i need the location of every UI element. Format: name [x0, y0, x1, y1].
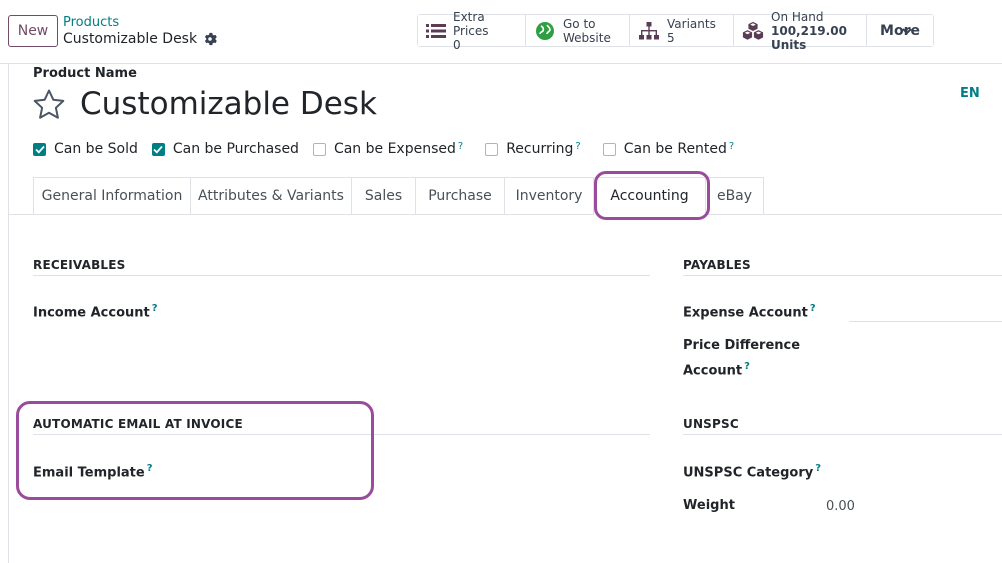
tab-purchase[interactable]: Purchase: [416, 177, 505, 215]
recurring-checkbox[interactable]: Recurring?: [485, 141, 581, 157]
cubes-icon: [742, 21, 764, 41]
checkbox-checked[interactable]: [33, 142, 46, 156]
product-type-checkboxes: Can be Sold Can be Purchased Can be Expe…: [33, 140, 748, 158]
go-to-website-line2: Website: [563, 30, 611, 45]
can-be-purchased-checkbox[interactable]: Can be Purchased: [151, 141, 299, 157]
can-be-rented-checkbox[interactable]: Can be Rented?: [602, 141, 734, 157]
income-account-label: Income Account?: [33, 298, 158, 323]
checkbox-unchecked[interactable]: [485, 142, 499, 156]
email-template-label: Email Template?: [33, 458, 153, 483]
variants-label: Variants: [667, 16, 716, 31]
globe-icon: [534, 21, 556, 41]
income-account-label-text: Income Account: [33, 305, 150, 321]
extra-prices-count: 0: [453, 37, 461, 52]
notebook-tabs: General Information Attributes & Variant…: [33, 177, 764, 215]
help-tooltip-icon[interactable]: ?: [458, 141, 463, 152]
tab-ebay[interactable]: eBay: [706, 177, 764, 215]
product-name-label: Product Name: [33, 66, 137, 81]
can-be-sold-label: Can be Sold: [54, 141, 138, 157]
list-icon: [426, 21, 446, 41]
section-divider: [33, 275, 650, 276]
control-panel: New Products Customizable Desk Extra Pri…: [0, 0, 1002, 64]
weight-value[interactable]: 0.00: [826, 499, 855, 514]
tab-inventory[interactable]: Inventory: [505, 177, 594, 215]
variants-count: 5: [667, 30, 675, 45]
weight-label: Weight: [683, 498, 735, 513]
tab-sales[interactable]: Sales: [352, 177, 416, 215]
expense-account-label: Expense Account?: [683, 298, 816, 323]
checkbox-checked[interactable]: [151, 142, 165, 156]
help-tooltip-icon[interactable]: ?: [147, 463, 153, 474]
breadcrumb-products[interactable]: Products: [63, 15, 119, 30]
smart-buttons-bar: Extra Prices 0 Go to Website Variants 5 On …: [417, 10, 934, 52]
breadcrumb-current-record: Customizable Desk: [63, 31, 217, 47]
can-be-expensed-checkbox[interactable]: Can be Expensed?: [312, 141, 463, 157]
go-to-website-line1: Go to: [563, 16, 596, 31]
new-button[interactable]: New: [8, 15, 58, 47]
chevron-down-icon: [902, 28, 912, 35]
can-be-sold-checkbox[interactable]: Can be Sold: [33, 141, 138, 157]
on-hand-quantity: 100,219.00 Units: [771, 23, 847, 52]
expense-account-label-text: Expense Account: [683, 305, 808, 321]
price-difference-account-label: Price Difference Account?: [683, 335, 800, 381]
language-button[interactable]: EN: [960, 86, 980, 101]
can-be-purchased-label: Can be Purchased: [172, 141, 299, 157]
unspsc-category-label: UNSPSC Category?: [683, 458, 821, 483]
can-be-expensed-label: Can be Expensed: [333, 141, 456, 157]
payables-section-title: PAYABLES: [683, 258, 751, 272]
sitemap-icon: [638, 21, 660, 41]
email-template-highlight: [16, 401, 374, 500]
checkbox-unchecked[interactable]: [312, 142, 326, 156]
help-tooltip-icon[interactable]: ?: [815, 463, 821, 474]
receivables-section-title: RECEIVABLES: [33, 258, 126, 272]
help-tooltip-icon[interactable]: ?: [729, 141, 734, 152]
unspsc-section-title: UNSPSC: [683, 417, 739, 431]
price-difference-line2: Account: [683, 363, 743, 379]
unspsc-category-label-text: UNSPSC Category: [683, 465, 814, 481]
tab-general-information[interactable]: General Information: [33, 177, 191, 215]
help-tooltip-icon[interactable]: ?: [152, 303, 158, 314]
record-title: Customizable Desk: [63, 31, 198, 47]
help-tooltip-icon[interactable]: ?: [575, 141, 580, 152]
extra-prices-label: Extra Prices: [453, 9, 489, 38]
go-to-website-button[interactable]: Go to Website: [526, 15, 630, 46]
star-icon[interactable]: [32, 88, 66, 122]
extra-prices-button[interactable]: Extra Prices 0: [418, 10, 526, 52]
recurring-label: Recurring: [506, 141, 574, 157]
email-template-label-text: Email Template: [33, 465, 145, 481]
gear-icon[interactable]: [203, 32, 217, 46]
tab-accounting[interactable]: Accounting: [594, 177, 706, 215]
section-divider: [683, 434, 1002, 435]
price-difference-line1: Price Difference: [683, 338, 801, 353]
expense-account-input[interactable]: [849, 321, 1002, 322]
product-name-input[interactable]: Customizable Desk: [80, 86, 377, 122]
sheet-left-border: [8, 64, 9, 563]
automatic-email-section-title: AUTOMATIC EMAIL AT INVOICE: [33, 417, 243, 431]
section-divider: [33, 434, 650, 435]
help-tooltip-icon[interactable]: ?: [744, 361, 750, 372]
on-hand-label: On Hand: [771, 9, 824, 24]
help-tooltip-icon[interactable]: ?: [810, 303, 816, 314]
checkbox-unchecked[interactable]: [602, 142, 616, 156]
variants-button[interactable]: Variants 5: [630, 15, 734, 46]
can-be-rented-label: Can be Rented: [623, 141, 727, 157]
on-hand-button[interactable]: On Hand 100,219.00 Units: [734, 10, 867, 52]
more-button[interactable]: More: [867, 15, 933, 46]
section-divider: [683, 275, 1002, 276]
tab-attributes-variants[interactable]: Attributes & Variants: [191, 177, 352, 215]
